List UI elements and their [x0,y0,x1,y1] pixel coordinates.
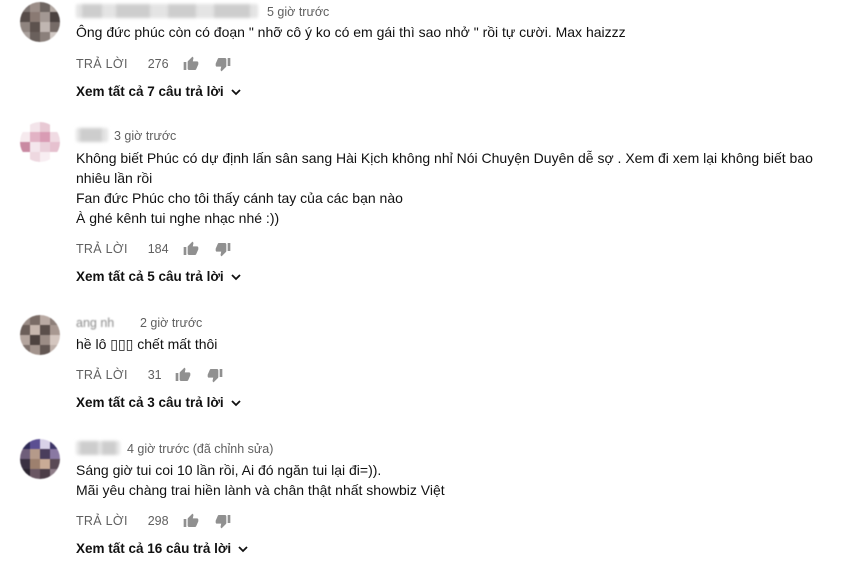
comment-actions: TRẢ LỜI 276 [76,54,232,74]
comment-text: Sáng giờ tui coi 10 lần rồi, Ai đó ngăn … [76,462,382,478]
author-name[interactable] [76,4,258,18]
comment-text: Không biết Phúc có dự định lấn sân sang … [76,150,813,166]
view-replies-label: Xem tất cả 3 câu trả lời [76,395,224,410]
chevron-down-icon [230,86,242,98]
comment-text: À ghé kênh tui nghe nhạc nhé :)) [76,210,280,226]
reply-button[interactable]: TRẢ LỜI [76,57,128,71]
like-count: 184 [147,242,169,256]
comment-actions: TRẢ LỜI 184 [76,239,232,259]
comment-text: Mãi yêu chàng trai hiền lành và chân thậ… [76,482,445,498]
comment-actions: TRẢ LỜI 298 [76,511,232,531]
comment-thread: 3 giờ trước Không biết Phúc có dự định l… [0,110,845,295]
view-replies-label: Xem tất cả 7 câu trả lời [76,84,224,99]
view-replies-button[interactable]: Xem tất cả 3 câu trả lời [76,395,242,410]
thumbs-down-icon[interactable] [214,55,232,73]
comment-text: hề lô ▯▯▯ chết mất thôi [76,336,218,352]
chevron-down-icon [230,271,242,283]
chevron-down-icon [237,543,249,555]
reply-button[interactable]: TRẢ LỜI [76,368,128,382]
comment-thread: ang nh 2 giờ trước hề lô ▯▯▯ chết mất th… [0,295,845,425]
avatar[interactable] [20,315,60,355]
view-replies-button[interactable]: Xem tất cả 16 câu trả lời [76,541,249,556]
thumbs-down-icon[interactable] [214,512,232,530]
comment-timestamp[interactable]: 3 giờ trước [114,128,176,144]
thumbs-down-icon[interactable] [214,240,232,258]
comment-thread: 4 giờ trước (đã chỉnh sửa) Sáng giờ tui … [0,425,845,561]
comment-text: Ông đức phúc còn có đoạn " nhỡ cô ý ko c… [76,24,626,40]
reply-button[interactable]: TRẢ LỜI [76,242,128,256]
author-name[interactable] [76,441,120,455]
comment-timestamp[interactable]: 2 giờ trước [140,315,202,331]
comment-text: Fan đức Phúc cho tôi thấy cánh tay của c… [76,190,403,206]
thumbs-down-icon[interactable] [206,366,224,384]
like-count: 298 [147,514,169,528]
comment-timestamp[interactable]: 5 giờ trước [267,4,329,20]
chevron-down-icon [230,397,242,409]
thumbs-up-icon[interactable] [182,55,200,73]
thumbs-up-icon[interactable] [182,240,200,258]
comment-actions: TRẢ LỜI 31 [76,365,224,385]
author-name[interactable] [76,128,108,142]
like-count: 31 [147,368,162,382]
view-replies-label: Xem tất cả 16 câu trả lời [76,541,232,556]
view-replies-button[interactable]: Xem tất cả 7 câu trả lời [76,84,242,99]
view-replies-button[interactable]: Xem tất cả 5 câu trả lời [76,269,242,284]
avatar[interactable] [20,439,60,479]
comment-thread: 5 giờ trước Ông đức phúc còn có đoạn " n… [0,0,845,110]
reply-button[interactable]: TRẢ LỜI [76,514,128,528]
author-name[interactable]: ang nh [76,315,114,331]
avatar[interactable] [20,122,60,162]
view-replies-label: Xem tất cả 5 câu trả lời [76,269,224,284]
comment-timestamp[interactable]: 4 giờ trước (đã chỉnh sửa) [127,441,273,457]
like-count: 276 [147,57,169,71]
thumbs-up-icon[interactable] [174,366,192,384]
thumbs-up-icon[interactable] [182,512,200,530]
comment-text: nhiêu lần rồi [76,170,153,186]
avatar[interactable] [20,2,60,42]
